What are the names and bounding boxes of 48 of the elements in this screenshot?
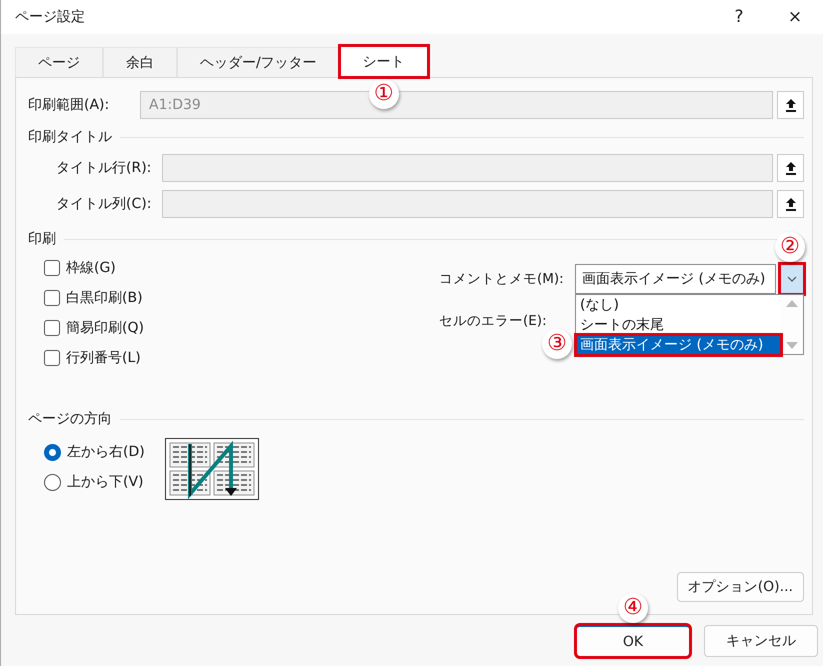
options-button[interactable]: オプション(O)... (676, 572, 804, 602)
tab[interactable]: ページ (15, 47, 103, 77)
radio-button[interactable] (44, 474, 61, 490)
list-item[interactable]: シートの末尾 (576, 315, 781, 335)
field-label: コメントとメモ(M): (439, 270, 565, 288)
tab[interactable]: シート (340, 46, 428, 77)
field-label: タイトル行(R): (56, 159, 152, 177)
dropdown-field[interactable]: 画面表示イメージ (メモのみ) (575, 264, 776, 294)
upload-icon (784, 97, 798, 113)
checkbox[interactable] (44, 290, 60, 306)
checkbox-label: 枠線(G) (66, 259, 116, 277)
checkbox[interactable] (44, 320, 60, 336)
field-label: セルのエラー(E): (439, 312, 548, 330)
dialog-button[interactable]: OK (576, 625, 690, 657)
dropdown-button[interactable] (780, 264, 804, 294)
list-item[interactable]: (なし) (576, 295, 781, 315)
radio-label: 上から下(V) (67, 473, 144, 491)
list-item[interactable]: 画面表示イメージ (メモのみ) (576, 335, 781, 355)
section-heading: 印刷 (28, 230, 56, 248)
input-field[interactable] (162, 190, 773, 218)
checkbox[interactable] (44, 260, 60, 276)
section-heading: 印刷タイトル (28, 128, 112, 146)
callout-number: ② (775, 232, 805, 262)
collapse-button[interactable] (777, 91, 804, 119)
section-heading: ページの方向 (28, 410, 112, 428)
radio-button[interactable] (44, 444, 61, 460)
help-button[interactable]: ? (711, 0, 767, 34)
collapse-button[interactable] (777, 154, 804, 182)
checkbox-label: 白黒印刷(B) (66, 289, 143, 307)
field-label: タイトル列(C): (56, 195, 152, 213)
tab[interactable]: ヘッダー/フッター (177, 47, 340, 77)
tab[interactable]: 余白 (103, 47, 177, 77)
collapse-button[interactable] (777, 190, 804, 218)
upload-icon (784, 160, 798, 176)
dialog-button[interactable]: キャンセル (704, 625, 818, 657)
upload-icon (784, 196, 798, 212)
field-label: 印刷範囲(A): (28, 96, 110, 114)
input-field[interactable] (162, 154, 773, 182)
close-button[interactable]: × (767, 0, 823, 34)
chevron-down-icon (787, 276, 797, 282)
checkbox-label: 簡易印刷(Q) (66, 319, 144, 337)
radio-label: 左から右(D) (67, 443, 145, 461)
scroll-down-icon (786, 342, 798, 350)
checkbox-label: 行列番号(L) (66, 349, 141, 367)
window-title: ページ設定 (15, 8, 85, 26)
checkbox[interactable] (44, 350, 60, 366)
callout-number: ③ (542, 329, 572, 359)
scroll-up-icon (786, 299, 798, 307)
